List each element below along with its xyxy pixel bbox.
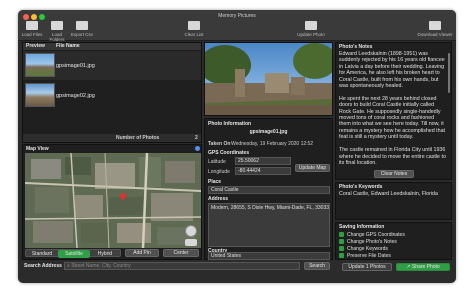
country-field[interactable]: United States (208, 252, 330, 260)
map-info-icon[interactable] (195, 146, 200, 151)
change-notes-option[interactable]: Change Photo's Notes (339, 239, 449, 245)
clear-icon (188, 21, 200, 30)
change-gps-option[interactable]: Change GPS Coordinates (339, 232, 449, 238)
map-mode-satellite[interactable]: Satellite (58, 250, 90, 258)
image-icon (26, 21, 38, 30)
photo-notes-text: Edward Leedskalnin (1898-1951) was sudde… (339, 51, 446, 166)
address-field[interactable]: Modern, 28655, S Dixie Hwy, Miami-Dade, … (208, 203, 330, 247)
photo-preview (199, 42, 337, 116)
map-mode-hybrid[interactable]: Hybrid (90, 250, 120, 258)
address-value: Modern, 28655, S Dixie Hwy, Miami-Dade, … (211, 205, 330, 211)
map-imagery (25, 153, 201, 248)
load-files-button[interactable]: Load Files (21, 21, 43, 37)
place-label: Place (208, 179, 222, 185)
clear-list-button[interactable]: Clear List (182, 21, 206, 37)
satellite-map[interactable] (25, 153, 201, 248)
preview-column-header: Preview (26, 43, 45, 49)
photo-information-panel: Photo Information gpsimage01.jpg Taken O… (204, 118, 333, 260)
photo-keywords-panel: Photo's Keywords Coral Castle, Edward Le… (335, 182, 452, 220)
photo-count-label: Number of Photos (116, 135, 160, 141)
map-view-title: Map View (26, 146, 49, 152)
update-photos-button[interactable]: Update 1 Photos (342, 263, 392, 271)
file-name: gpsimage01.jpg (56, 63, 95, 69)
change-notes-label: Change Photo's Notes (347, 239, 397, 245)
checkmark-icon (339, 239, 344, 244)
download-icon (429, 21, 441, 30)
file-list-panel: Preview File Name gpsimage01.jpg gpsimag… (22, 42, 202, 143)
file-row[interactable]: gpsimage02.jpg (23, 81, 201, 110)
load-files-label: Load Files (21, 32, 43, 37)
longitude-field[interactable]: -80.44424 (235, 167, 291, 175)
map-type-selector: Standard Satellite Hybrid (25, 249, 121, 258)
change-keywords-option[interactable]: Change Keywords (339, 246, 449, 252)
share-photo-label: Share Photo (411, 264, 440, 270)
photo-keywords-text: Coral Castle, Edward Leedskalnin, Florid… (339, 191, 438, 197)
app-window: Memory Pictures Load Files Load Folders … (18, 10, 456, 283)
load-folders-button[interactable]: Load Folders (45, 21, 69, 42)
clear-list-label: Clear List (184, 32, 204, 37)
file-name: gpsimage02.jpg (56, 93, 95, 99)
clear-notes-button[interactable]: Clear Notes (374, 170, 414, 178)
photo-information-title: Photo Information (208, 121, 252, 127)
preserve-dates-label: Preserve File Dates (347, 253, 391, 259)
taken-on-label: Taken On (208, 141, 231, 147)
checkmark-icon (339, 232, 344, 237)
update-photo-button[interactable]: Update Photo (296, 21, 326, 37)
search-button[interactable]: Search (304, 262, 330, 270)
change-gps-label: Change GPS Coordinates (347, 232, 405, 238)
change-keywords-label: Change Keywords (347, 246, 388, 252)
window-title: Memory Pictures (218, 13, 256, 19)
photo-thumbnail (25, 83, 55, 107)
photo-keywords-title: Photo's Keywords (339, 184, 383, 190)
export-csv-button[interactable]: Export Csv (71, 21, 93, 37)
photo-notes-panel: Photo's Notes Edward Leedskalnin (1898-1… (335, 42, 452, 180)
export-icon (76, 21, 88, 30)
file-name-column-header: File Name (56, 43, 80, 49)
latitude-field[interactable]: 25.50062 (235, 157, 291, 165)
photo-notes-title: Photo's Notes (339, 44, 373, 50)
folder-icon (51, 21, 63, 30)
file-list-header: Preview File Name (23, 43, 201, 50)
map-mode-standard[interactable]: Standard (26, 250, 58, 258)
center-button[interactable]: Center (163, 249, 199, 257)
search-address-input[interactable]: ⌕ Street Name, City, Country (64, 262, 300, 270)
download-viewer-label: Download Viewer (417, 32, 453, 37)
photo-keywords-field[interactable]: Coral Castle, Edward Leedskalnin, Florid… (338, 191, 450, 218)
search-address-bar: Search Address ⌕ Street Name, City, Coun… (22, 262, 348, 272)
search-placeholder: Street Name, City, Country (71, 263, 131, 269)
share-photo-button[interactable]: ↗ Share Photo (396, 263, 450, 271)
photo-notes-textarea[interactable]: Edward Leedskalnin (1898-1951) was sudde… (338, 51, 450, 167)
photo-thumbnail (25, 53, 55, 77)
map-view-panel: Map View Standard Satellite Hybrid Add P… (22, 144, 202, 260)
file-row[interactable]: gpsimage01.jpg (23, 51, 201, 80)
saving-information-title: Saving Information (339, 224, 385, 230)
photo-count-bar: Number of Photos 2 (23, 134, 201, 142)
update-map-button[interactable]: Update Map (295, 164, 330, 172)
export-csv-label: Export Csv (71, 32, 94, 37)
add-pin-button[interactable]: Add Pin (125, 249, 159, 257)
load-folders-label: Load Folders (49, 32, 65, 42)
latitude-label: Latitude (208, 159, 226, 165)
photo-count-value: 2 (195, 135, 198, 141)
taken-on-value: Wednesday, 19 February 2020 12:52 (231, 141, 314, 147)
gps-coordinates-label: GPS Coordinates (208, 150, 250, 156)
search-address-label: Search Address (24, 263, 62, 269)
compass-icon[interactable] (185, 225, 197, 237)
update-photo-label: Update Photo (297, 32, 325, 37)
checkmark-icon (339, 253, 344, 258)
photo-preview-image (199, 43, 337, 115)
preserve-dates-option[interactable]: Preserve File Dates (339, 253, 449, 259)
longitude-label: Longitude (208, 169, 230, 175)
place-field[interactable]: Coral Castle (208, 186, 330, 194)
saving-information-panel: Saving Information Change GPS Coordinate… (335, 222, 452, 260)
address-label: Address (208, 196, 229, 202)
photo-icon (305, 21, 317, 30)
zoom-control[interactable] (185, 239, 197, 246)
download-viewer-button[interactable]: Download Viewer (416, 21, 454, 37)
checkmark-icon (339, 246, 344, 251)
photo-file-name: gpsimage01.jpg (249, 129, 288, 135)
title-bar: Memory Pictures Load Files Load Folders … (18, 10, 456, 42)
notes-scrollbar[interactable] (448, 53, 450, 93)
